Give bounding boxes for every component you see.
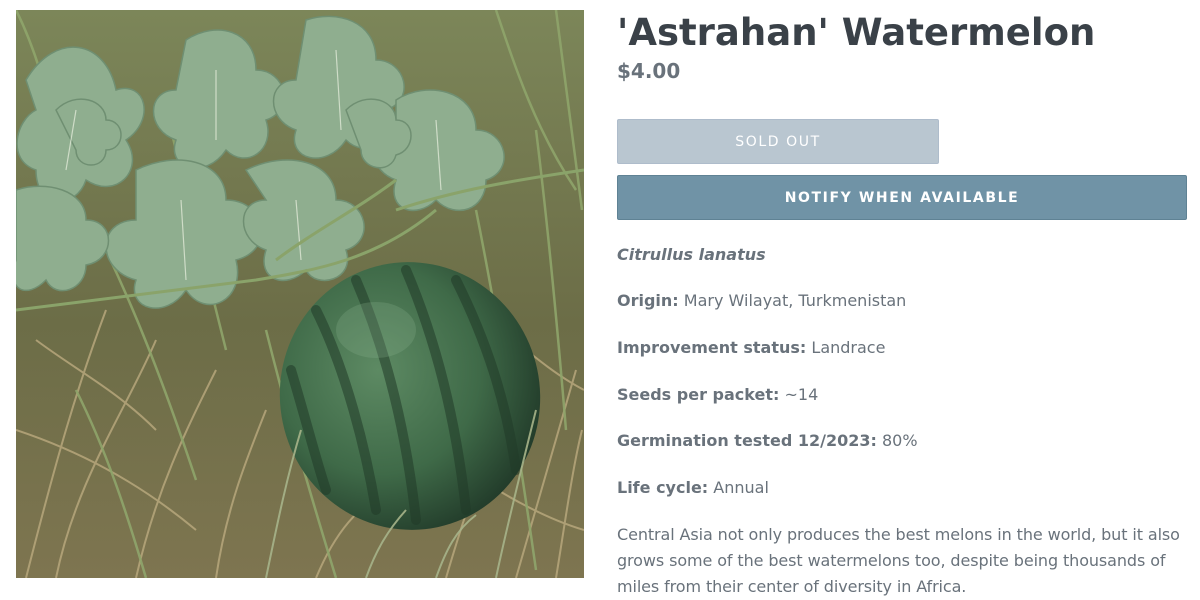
product-image[interactable] xyxy=(16,10,584,578)
product-title: 'Astrahan' Watermelon xyxy=(617,11,1096,54)
product-description: Central Asia not only produces the best … xyxy=(617,525,1180,596)
spec-seeds-per-packet: Seeds per packet: ~14 xyxy=(617,384,818,406)
spec-value: ~14 xyxy=(784,385,819,404)
sold-out-button[interactable]: SOLD OUT xyxy=(617,119,939,164)
spec-value: Mary Wilayat, Turkmenistan xyxy=(683,291,907,310)
spec-label: Seeds per packet: xyxy=(617,385,780,404)
spec-label: Life cycle: xyxy=(617,478,709,497)
spec-label: Origin: xyxy=(617,291,679,310)
product-page: 'Astrahan' Watermelon $4.00 SOLD OUT NOT… xyxy=(0,0,1200,600)
spec-improvement-status: Improvement status: Landrace xyxy=(617,337,885,359)
product-info: 'Astrahan' Watermelon $4.00 SOLD OUT NOT… xyxy=(617,0,1187,600)
spec-label: Germination tested 12/2023: xyxy=(617,431,877,450)
spec-origin: Origin: Mary Wilayat, Turkmenistan xyxy=(617,290,906,312)
product-price: $4.00 xyxy=(617,59,681,83)
spec-life-cycle: Life cycle: Annual xyxy=(617,477,769,499)
notify-when-available-button[interactable]: NOTIFY WHEN AVAILABLE xyxy=(617,175,1187,220)
spec-value: 80% xyxy=(881,431,918,450)
scientific-name: Citrullus lanatus xyxy=(617,245,766,264)
notify-label: NOTIFY WHEN AVAILABLE xyxy=(784,189,1020,206)
spec-value: Landrace xyxy=(811,338,886,357)
sold-out-label: SOLD OUT xyxy=(735,133,821,150)
spec-germination: Germination tested 12/2023: 80% xyxy=(617,430,918,452)
spec-value: Annual xyxy=(713,478,769,497)
spec-label: Improvement status: xyxy=(617,338,807,357)
